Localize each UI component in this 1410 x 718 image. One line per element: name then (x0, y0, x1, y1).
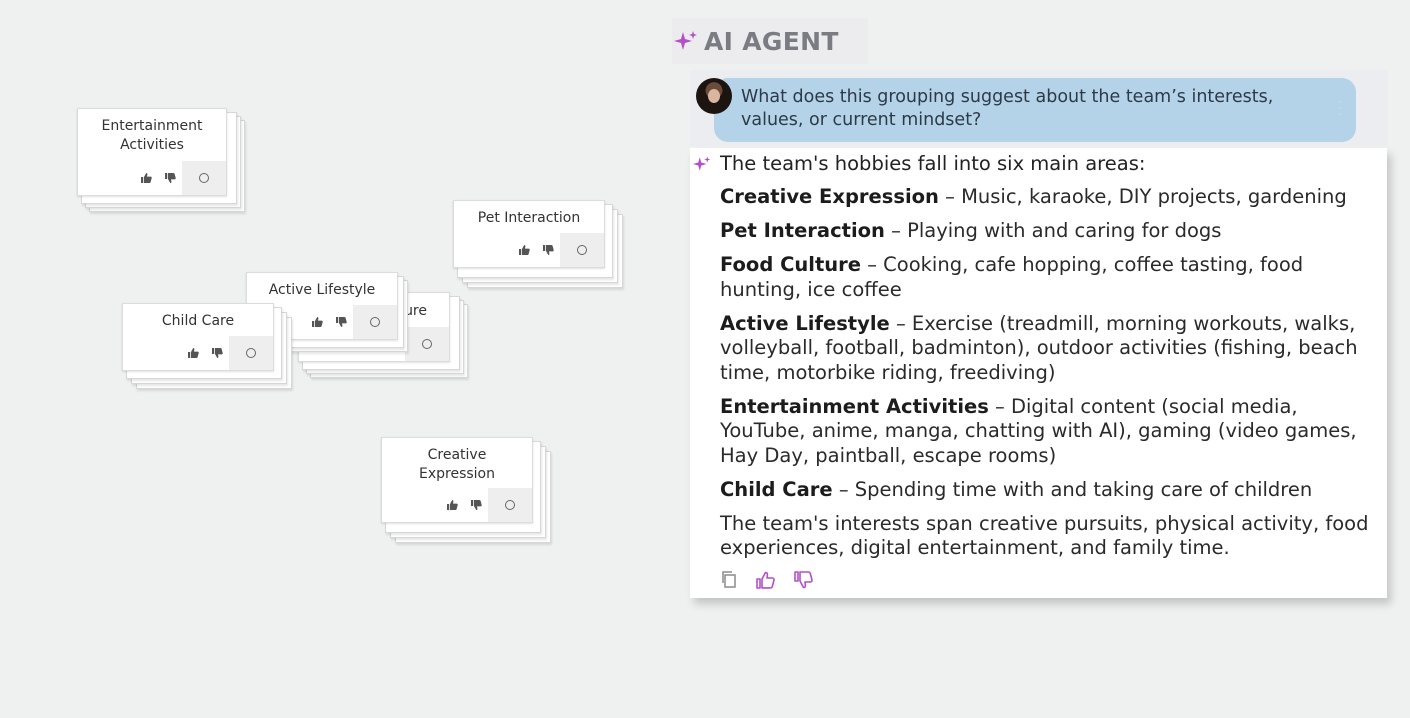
thumbs-up-icon[interactable] (134, 161, 158, 195)
thumbs-up-icon[interactable] (181, 336, 205, 370)
question-bubble: What does this grouping suggest about th… (714, 78, 1356, 142)
sparkle-icon (693, 156, 711, 171)
answer-summary: The team's interests span creative pursu… (720, 511, 1369, 560)
ai-agent-header: AI AGENT (672, 18, 868, 64)
question-text: What does this grouping suggest about th… (741, 87, 1274, 130)
circle-icon (246, 348, 256, 358)
card-entertainment[interactable]: Entertainment Activities (77, 108, 227, 196)
avatar (696, 78, 732, 114)
list-item: Food Culture – Cooking, cafe hopping, co… (720, 253, 1304, 301)
list-item: Active Lifestyle – Exercise (treadmill, … (720, 311, 1358, 384)
card-title: Child Care (161, 313, 235, 329)
thumbs-up-icon[interactable] (756, 571, 776, 589)
card-title: Entertainment Activities (101, 118, 203, 153)
thumbs-up-icon[interactable] (305, 305, 329, 339)
vote-dot-button[interactable] (229, 336, 273, 370)
thumbs-down-icon[interactable] (794, 570, 814, 589)
thumbs-down-icon[interactable] (158, 161, 182, 195)
circle-icon (422, 339, 432, 349)
circle-icon (199, 173, 209, 183)
card-title: Creative Expression (419, 447, 495, 482)
thumbs-down-icon[interactable] (205, 336, 229, 370)
card-title: Pet Interaction (477, 210, 581, 226)
thumbs-up-icon[interactable] (512, 233, 536, 267)
list-item: Entertainment Activities – Digital conte… (720, 394, 1357, 467)
ai-agent-title: AI AGENT (704, 26, 839, 56)
list-item: Creative Expression – Music, karaoke, DI… (720, 185, 1347, 208)
circle-icon (370, 317, 380, 327)
copy-icon[interactable] (720, 570, 738, 589)
answer-list: Creative Expression – Music, karaoke, DI… (720, 185, 1384, 561)
thumbs-down-icon[interactable] (329, 305, 353, 339)
list-item: Child Care – Spending time with and taki… (720, 477, 1313, 501)
card-title: Active Lifestyle (268, 282, 376, 298)
vote-dot-button[interactable] (353, 305, 397, 339)
vote-dot-button[interactable] (488, 488, 532, 522)
circle-icon (577, 245, 587, 255)
card-pet-interaction[interactable]: Pet Interaction (453, 200, 605, 268)
sparkle-icon (674, 31, 697, 50)
answer-panel: The team's hobbies fall into six main ar… (690, 148, 1387, 598)
more-options-icon[interactable]: · · · (1338, 96, 1342, 122)
circle-icon (505, 500, 515, 510)
list-item: Pet Interaction – Playing with and carin… (720, 219, 1222, 242)
thumbs-up-icon[interactable] (440, 488, 464, 522)
vote-dot-button[interactable] (560, 233, 604, 267)
thumbs-down-icon[interactable] (464, 488, 488, 522)
thumbs-down-icon[interactable] (536, 233, 560, 267)
vote-dot-button[interactable] (405, 327, 449, 361)
answer-intro: The team's hobbies fall into six main ar… (720, 152, 1146, 175)
card-child-care[interactable]: Child Care (122, 303, 274, 371)
card-creative-expression[interactable]: Creative Expression (381, 437, 533, 523)
vote-dot-button[interactable] (182, 161, 226, 195)
answer-actions (720, 570, 814, 589)
